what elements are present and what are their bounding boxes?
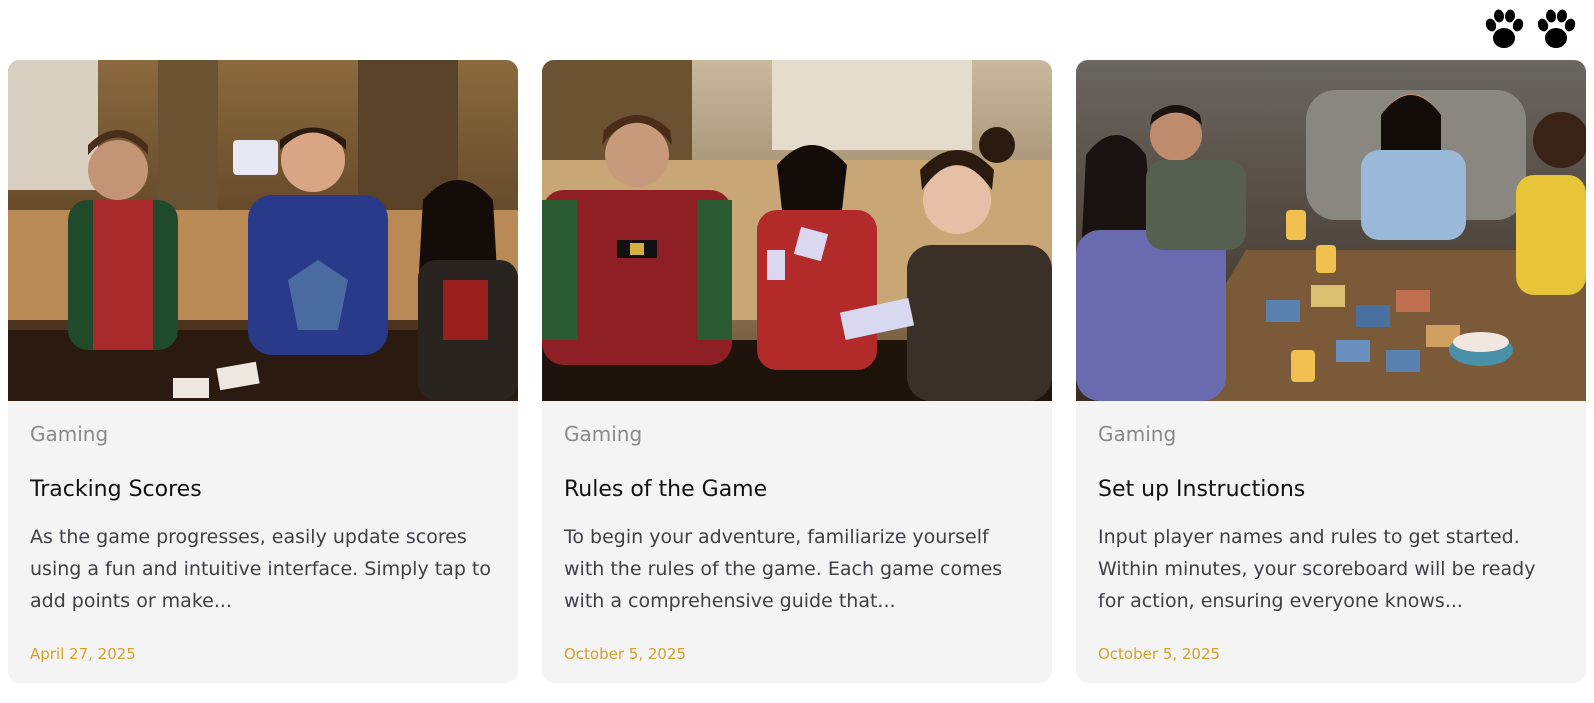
article-image[interactable] (542, 60, 1052, 401)
category-label[interactable]: Gaming (30, 419, 496, 449)
publish-date: April 27, 2025 (30, 645, 136, 663)
article-title[interactable]: Tracking Scores (30, 475, 496, 505)
article-card[interactable]: Gaming Tracking Scores As the game progr… (8, 60, 518, 683)
card-body: Gaming Tracking Scores As the game progr… (8, 401, 518, 617)
card-game-photo (542, 60, 1052, 401)
article-image[interactable] (8, 60, 518, 401)
article-image[interactable] (1076, 60, 1586, 401)
paw-icon (1537, 9, 1576, 48)
article-excerpt: To begin your adventure, familiarize you… (564, 526, 1003, 612)
article-card-grid: Gaming Tracking Scores As the game progr… (8, 60, 1586, 683)
article-excerpt: As the game progresses, easily update sc… (30, 526, 491, 612)
article-title[interactable]: Set up Instructions (1098, 475, 1564, 505)
publish-date: October 5, 2025 (1098, 645, 1221, 663)
card-body: Gaming Rules of the Game To begin your a… (542, 401, 1052, 617)
category-label[interactable]: Gaming (564, 419, 1030, 449)
card-game-photo (8, 60, 518, 401)
paw-icon (1485, 9, 1524, 48)
article-title[interactable]: Rules of the Game (564, 475, 1030, 505)
paw-prints-icon[interactable] (1482, 8, 1580, 52)
card-game-photo (1076, 60, 1586, 401)
article-excerpt: Input player names and rules to get star… (1098, 526, 1536, 612)
category-label[interactable]: Gaming (1098, 419, 1564, 449)
top-bar (0, 0, 1594, 60)
article-card[interactable]: Gaming Rules of the Game To begin your a… (542, 60, 1052, 683)
publish-date: October 5, 2025 (564, 645, 687, 663)
article-card[interactable]: Gaming Set up Instructions Input player … (1076, 60, 1586, 683)
card-body: Gaming Set up Instructions Input player … (1076, 401, 1586, 617)
